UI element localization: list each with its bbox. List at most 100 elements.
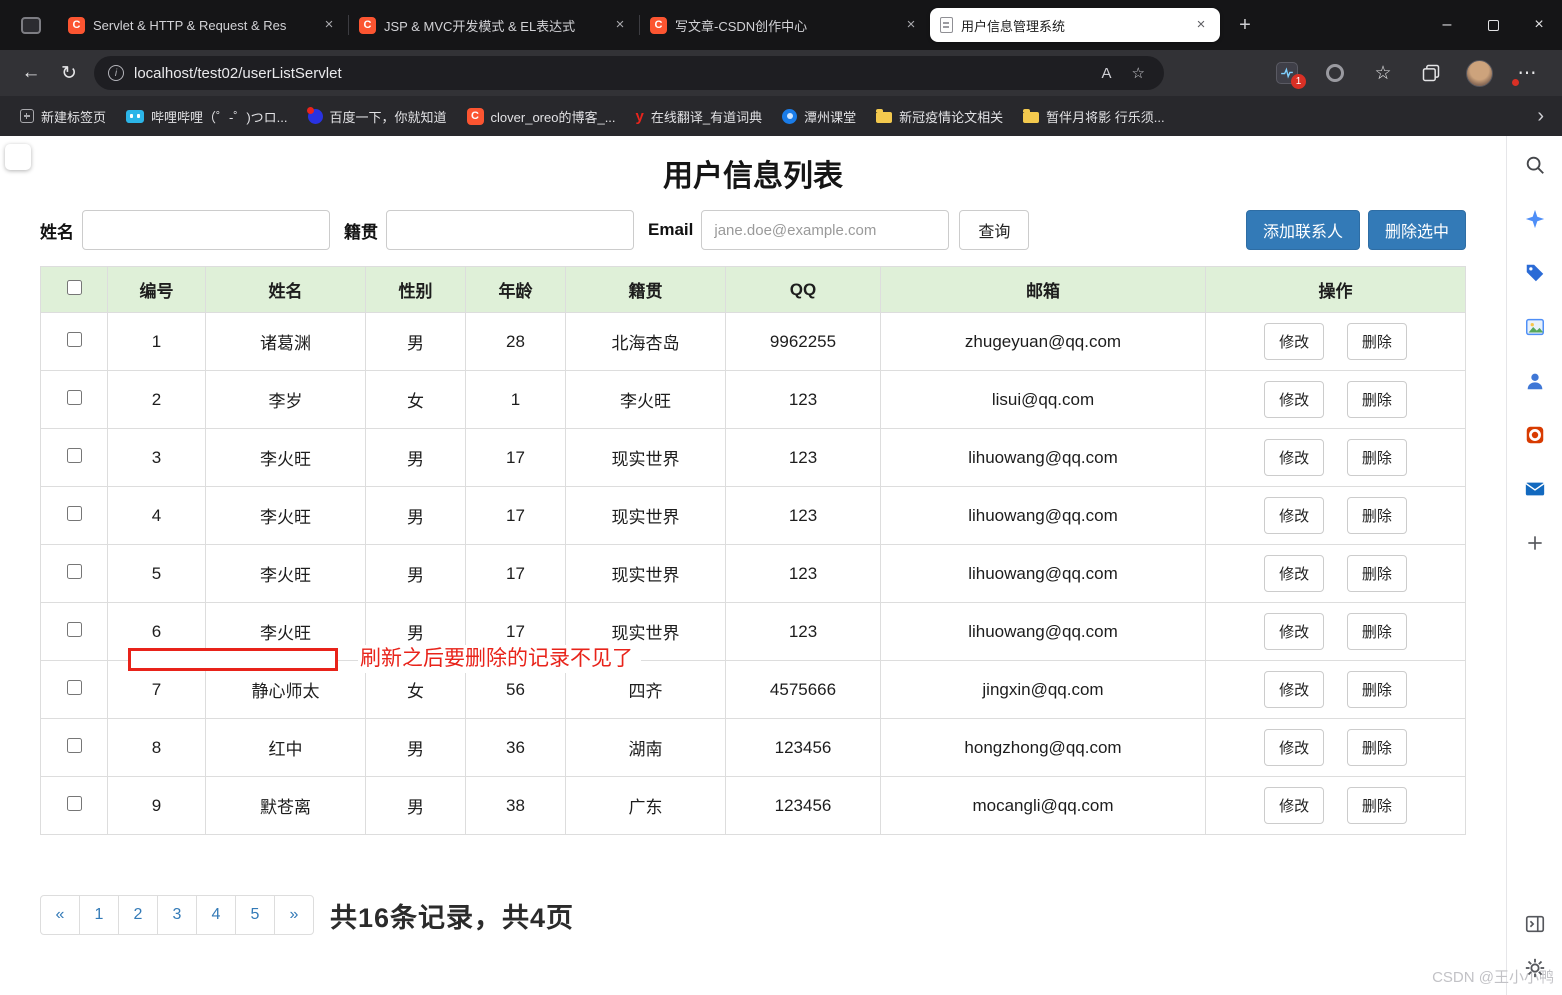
delete-button[interactable]: 删除 bbox=[1347, 787, 1407, 824]
add-contact-button[interactable]: 添加联系人 bbox=[1246, 210, 1360, 250]
copilot-sparkle-icon bbox=[1524, 208, 1546, 230]
document-favicon bbox=[940, 17, 953, 33]
edit-button[interactable]: 修改 bbox=[1264, 555, 1324, 592]
row-checkbox[interactable] bbox=[67, 506, 82, 521]
select-all-checkbox[interactable] bbox=[67, 280, 82, 295]
collections-button[interactable] bbox=[1412, 56, 1450, 90]
sidebar-games-button[interactable] bbox=[1522, 368, 1548, 394]
bookmark-tanzhou[interactable]: 潭州课堂 bbox=[772, 102, 866, 131]
browser-tab-servlet[interactable]: C Servlet & HTTP & Request & Res × bbox=[58, 8, 348, 42]
pagination-next[interactable]: » bbox=[274, 895, 314, 935]
maximize-button[interactable] bbox=[1470, 0, 1516, 50]
sidebar-images-button[interactable] bbox=[1522, 314, 1548, 340]
pagination-page-2[interactable]: 2 bbox=[118, 895, 158, 935]
sidebar-shopping-button[interactable] bbox=[1522, 260, 1548, 286]
bookmark-baidu[interactable]: 百度一下，你就知道 bbox=[298, 102, 457, 131]
sidebar-copilot-button[interactable] bbox=[1522, 206, 1548, 232]
address-bar[interactable]: i localhost/test02/userListServlet A ☆ bbox=[94, 56, 1164, 90]
delete-button[interactable]: 删除 bbox=[1347, 439, 1407, 476]
pagination-page-3[interactable]: 3 bbox=[157, 895, 197, 935]
refresh-button[interactable]: ↻ bbox=[50, 56, 88, 90]
read-aloud-icon[interactable]: A bbox=[1097, 65, 1117, 82]
row-checkbox[interactable] bbox=[67, 332, 82, 347]
sidebar-office-button[interactable] bbox=[1522, 422, 1548, 448]
bookmarks-overflow-chevron-icon[interactable]: › bbox=[1529, 105, 1552, 128]
query-button[interactable]: 查询 bbox=[959, 210, 1029, 250]
hometown-input[interactable] bbox=[386, 210, 634, 250]
row-checkbox[interactable] bbox=[67, 796, 82, 811]
browser-tab-csdn-write[interactable]: C 写文章-CSDN创作中心 × bbox=[640, 8, 930, 42]
sidebar-add-button[interactable] bbox=[1522, 530, 1548, 556]
notification-badge: 1 bbox=[1291, 74, 1306, 89]
tab-close-icon[interactable]: × bbox=[1192, 16, 1210, 34]
settings-menu-button[interactable]: ⋯ bbox=[1508, 56, 1546, 90]
delete-button[interactable]: 删除 bbox=[1347, 729, 1407, 766]
bookmark-folder-covid[interactable]: 新冠疫情论文相关 bbox=[866, 102, 1013, 131]
email-input[interactable] bbox=[701, 210, 949, 250]
sidebar-search-button[interactable] bbox=[1522, 152, 1548, 178]
delete-button[interactable]: 删除 bbox=[1347, 613, 1407, 650]
favorites-button[interactable]: ☆ bbox=[1364, 56, 1402, 90]
bookmark-folder-misc[interactable]: 暂伴月将影 行乐须... bbox=[1013, 102, 1174, 131]
add-favorite-icon[interactable]: ☆ bbox=[1127, 64, 1150, 82]
tab-close-icon[interactable]: × bbox=[611, 16, 629, 34]
name-input[interactable] bbox=[82, 210, 330, 250]
browser-essentials-button[interactable]: 1 bbox=[1268, 56, 1306, 90]
edit-button[interactable]: 修改 bbox=[1264, 323, 1324, 360]
sidebar-outlook-button[interactable] bbox=[1522, 476, 1548, 502]
pagination-prev[interactable]: « bbox=[40, 895, 80, 935]
cell-id: 3 bbox=[108, 429, 206, 487]
cell-email: lihuowang@qq.com bbox=[881, 603, 1206, 661]
new-tab-button[interactable]: + bbox=[1230, 10, 1260, 40]
row-checkbox[interactable] bbox=[67, 622, 82, 637]
bookmark-bilibili[interactable]: 哔哩哔哩（゜-゜)つロ... bbox=[116, 102, 298, 131]
delete-button[interactable]: 删除 bbox=[1347, 497, 1407, 534]
row-checkbox[interactable] bbox=[67, 738, 82, 753]
row-checkbox-cell bbox=[41, 545, 108, 603]
delete-button[interactable]: 删除 bbox=[1347, 381, 1407, 418]
browser-tab-jsp[interactable]: C JSP & MVC开发模式 & EL表达式 × bbox=[349, 8, 639, 42]
delete-button[interactable]: 删除 bbox=[1347, 323, 1407, 360]
delete-button[interactable]: 删除 bbox=[1347, 555, 1407, 592]
edit-button[interactable]: 修改 bbox=[1264, 729, 1324, 766]
sidebar-settings-button[interactable] bbox=[1522, 955, 1548, 981]
back-button[interactable]: ← bbox=[12, 56, 50, 90]
sidebar-panel-button[interactable] bbox=[1522, 911, 1548, 937]
row-checkbox[interactable] bbox=[67, 390, 82, 405]
bookmark-new-tab-page[interactable]: 新建标签页 bbox=[10, 102, 116, 131]
pagination-page-1[interactable]: 1 bbox=[79, 895, 119, 935]
delete-selected-button[interactable]: 删除选中 bbox=[1368, 210, 1466, 250]
site-info-icon[interactable]: i bbox=[108, 65, 124, 81]
table-row: 8 红中 男 36 湖南 123456 hongzhong@qq.com 修改 … bbox=[41, 719, 1466, 777]
close-window-button[interactable]: × bbox=[1516, 0, 1562, 50]
edit-button[interactable]: 修改 bbox=[1264, 787, 1324, 824]
tab-close-icon[interactable]: × bbox=[902, 16, 920, 34]
pagination-page-5[interactable]: 5 bbox=[235, 895, 275, 935]
row-checkbox[interactable] bbox=[67, 680, 82, 695]
edit-button[interactable]: 修改 bbox=[1264, 613, 1324, 650]
csdn-favicon: C bbox=[68, 17, 85, 34]
row-checkbox[interactable] bbox=[67, 564, 82, 579]
edit-button[interactable]: 修改 bbox=[1264, 439, 1324, 476]
extensions-button[interactable] bbox=[1316, 56, 1354, 90]
delete-button[interactable]: 删除 bbox=[1347, 671, 1407, 708]
table-row: 2 李岁 女 1 李火旺 123 lisui@qq.com 修改 删除 bbox=[41, 371, 1466, 429]
tab-close-icon[interactable]: × bbox=[320, 16, 338, 34]
minimize-button[interactable]: – bbox=[1424, 0, 1470, 50]
column-header-actions: 操作 bbox=[1206, 267, 1466, 313]
workspaces-button[interactable] bbox=[14, 10, 48, 40]
pagination-page-4[interactable]: 4 bbox=[196, 895, 236, 935]
row-checkbox[interactable] bbox=[67, 448, 82, 463]
edit-button[interactable]: 修改 bbox=[1264, 497, 1324, 534]
edit-button[interactable]: 修改 bbox=[1264, 381, 1324, 418]
cell-name: 诸葛渊 bbox=[206, 313, 366, 371]
row-checkbox-cell bbox=[41, 429, 108, 487]
edit-button[interactable]: 修改 bbox=[1264, 671, 1324, 708]
browser-tab-user-system-active[interactable]: 用户信息管理系统 × bbox=[930, 8, 1220, 42]
csdn-icon: C bbox=[467, 108, 484, 125]
cell-email: lisui@qq.com bbox=[881, 371, 1206, 429]
bookmark-csdn-blog[interactable]: C clover_oreo的博客_... bbox=[457, 102, 626, 131]
profile-avatar[interactable] bbox=[1460, 56, 1498, 90]
bookmark-youdao[interactable]: y 在线翻译_有道词典 bbox=[626, 102, 773, 131]
cell-id: 1 bbox=[108, 313, 206, 371]
